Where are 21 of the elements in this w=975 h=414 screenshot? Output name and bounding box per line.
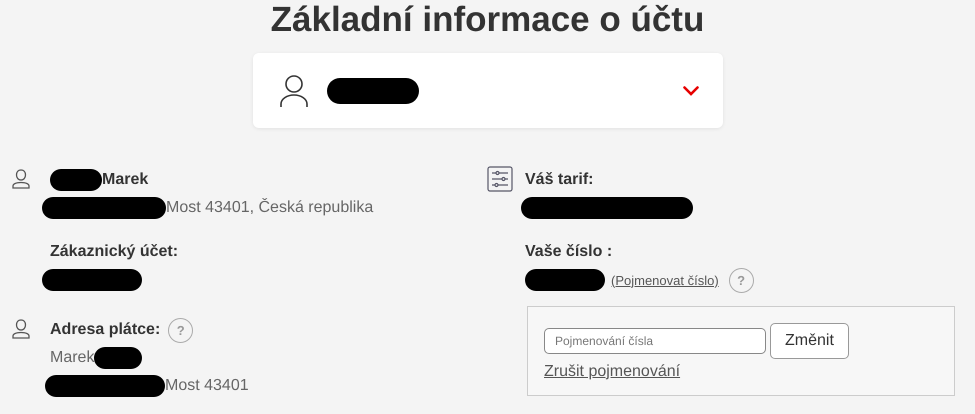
user-icon [10, 168, 32, 190]
user-icon [10, 318, 32, 340]
page-title: Základní informace o účtu [270, 0, 706, 40]
number-label: Vaše číslo : [525, 242, 612, 262]
customer-address: Most 43401, Česká republika [166, 197, 374, 218]
number-name-field[interactable]: Pojmenování čísla [544, 328, 766, 354]
customer-name: Marek [102, 170, 148, 190]
redaction-mark [50, 169, 102, 191]
tariff-label: Váš tarif: [525, 170, 594, 190]
change-button[interactable]: Změnit [770, 323, 849, 359]
user-icon [278, 74, 308, 108]
rename-number-link[interactable]: (Pojmenovat číslo) [611, 272, 719, 288]
payer-name: Marek [50, 348, 94, 368]
cancel-naming-link[interactable]: Zrušit pojmenování [544, 363, 680, 380]
payer-address: Most 43401 [165, 376, 249, 396]
chevron-icon[interactable] [682, 86, 698, 96]
redaction-mark [94, 347, 142, 369]
account-selector[interactable] [252, 53, 722, 128]
payer-label: Adresa plátce: [50, 320, 160, 340]
account-label: Zákaznický účet: [50, 242, 178, 262]
sliders-icon [487, 166, 513, 192]
